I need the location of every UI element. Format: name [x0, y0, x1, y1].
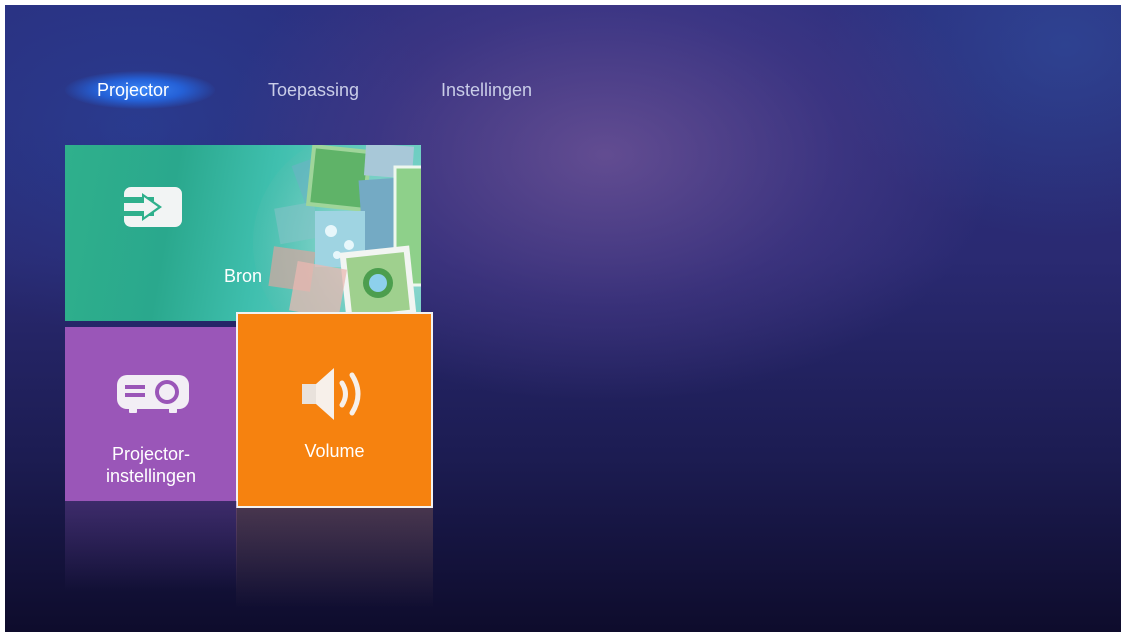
input-source-icon [120, 187, 182, 227]
tile-label-projector-settings: Projector- instellingen [105, 444, 197, 486]
tab-instellingen[interactable]: Instellingen [441, 75, 532, 105]
tile-volume[interactable]: Volume [236, 312, 433, 508]
speaker-icon [302, 368, 361, 420]
projector-icon [117, 375, 189, 413]
tile-label-volume: Volume [304, 441, 365, 461]
tile-label-bron: Bron [223, 266, 263, 286]
photo-collage-graphic [253, 145, 421, 321]
tile-bron[interactable]: Bron [65, 145, 421, 321]
projector-home-screen: Projector Toepassing Instellingen Bron P… [5, 5, 1121, 632]
tile-reflection [65, 501, 237, 591]
tab-toepassing[interactable]: Toepassing [268, 75, 359, 105]
tab-projector[interactable]: Projector [97, 75, 169, 105]
tile-projector-settings[interactable]: Projector- instellingen [65, 327, 237, 501]
tile-reflection [236, 508, 433, 608]
